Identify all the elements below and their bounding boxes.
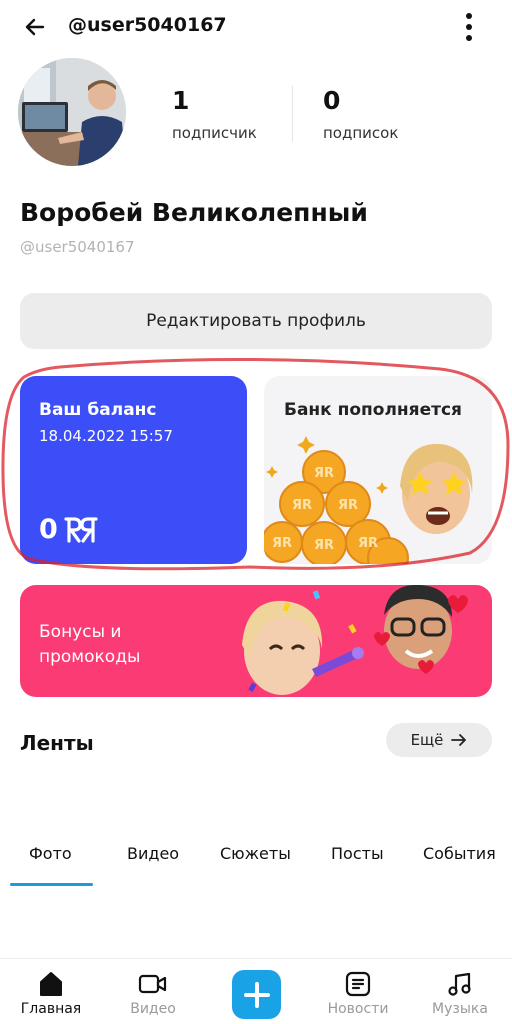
balance-date: 18.04.2022 15:57 [39, 427, 173, 445]
nav-music[interactable]: Музыка [420, 971, 500, 1017]
svg-text:ЯR: ЯR [314, 538, 334, 553]
add-content-button[interactable] [232, 970, 281, 1019]
nav-news[interactable]: Новости [318, 971, 398, 1017]
bonus-promo-card[interactable]: Бонусы и промокоды [20, 585, 492, 697]
tab-photo[interactable]: Фото [29, 844, 72, 863]
avatar-photo [18, 58, 126, 166]
nav-news-label: Новости [327, 1001, 389, 1017]
more-options-button[interactable] [452, 8, 486, 46]
tab-posts[interactable]: Посты [331, 844, 384, 863]
balance-amount-row: 0 [39, 514, 98, 545]
nav-video-label: Видео [130, 1001, 176, 1017]
profile-name: Воробей Великолепный [20, 198, 368, 227]
svg-text:ЯR: ЯR [272, 536, 292, 551]
svg-text:ЯR: ЯR [338, 498, 358, 513]
following-stat[interactable]: 0 подписок [323, 86, 398, 142]
vertical-dots-icon [466, 13, 472, 41]
stats-divider [292, 86, 293, 142]
arrow-right-icon [451, 734, 467, 746]
top-bar: @user5040167 [0, 0, 512, 56]
nav-music-label: Музыка [432, 1001, 488, 1017]
nav-home-label: Главная [20, 1001, 82, 1017]
avatar[interactable] [18, 58, 126, 166]
followers-stat[interactable]: 1 подписчик [172, 86, 257, 142]
profile-handle: @user5040167 [20, 238, 135, 256]
svg-text:ЯR: ЯR [292, 498, 312, 513]
feeds-heading: Ленты [20, 731, 94, 755]
tab-video[interactable]: Видео [127, 844, 179, 863]
back-button[interactable] [18, 10, 52, 44]
followers-count: 1 [172, 86, 190, 115]
nav-video[interactable]: Видео [113, 971, 193, 1017]
home-icon [40, 972, 62, 996]
balance-amount: 0 [39, 514, 58, 545]
video-camera-icon [138, 974, 167, 994]
following-count: 0 [323, 86, 341, 115]
header-handle: @user5040167 [68, 14, 227, 36]
tab-events[interactable]: События [423, 844, 496, 863]
following-label: подписок [323, 124, 399, 142]
nav-home[interactable]: Главная [11, 971, 91, 1017]
arrow-left-icon [25, 18, 45, 36]
balance-card[interactable]: Ваш баланс 18.04.2022 15:57 0 [20, 376, 247, 564]
coins-illustration: ЯR ЯR ЯR ЯR ЯR ЯR [264, 436, 473, 564]
content-tabs: Фото Видео Сюжеты Посты События [0, 836, 512, 886]
coin-logo-icon [64, 516, 98, 543]
plus-icon [243, 981, 270, 1008]
news-icon [345, 971, 371, 997]
active-tab-indicator [10, 883, 93, 886]
tab-stories[interactable]: Сюжеты [220, 844, 291, 863]
party-memoji-illustration [242, 585, 468, 695]
svg-text:ЯR: ЯR [358, 536, 378, 551]
balance-title: Ваш баланс [39, 400, 157, 420]
svg-text:ЯR: ЯR [314, 466, 334, 481]
bank-card[interactable]: Банк пополняется ЯR ЯR ЯR ЯR ЯR ЯR [264, 376, 492, 564]
feeds-more-button[interactable]: Ещё [386, 723, 492, 757]
edit-profile-button[interactable]: Редактировать профиль [20, 293, 492, 349]
followers-label: подписчик [172, 124, 257, 142]
music-note-icon [448, 972, 471, 996]
feeds-more-label: Ещё [410, 731, 444, 749]
bottom-navigation: Главная Видео Новости Музыка [0, 958, 512, 1024]
